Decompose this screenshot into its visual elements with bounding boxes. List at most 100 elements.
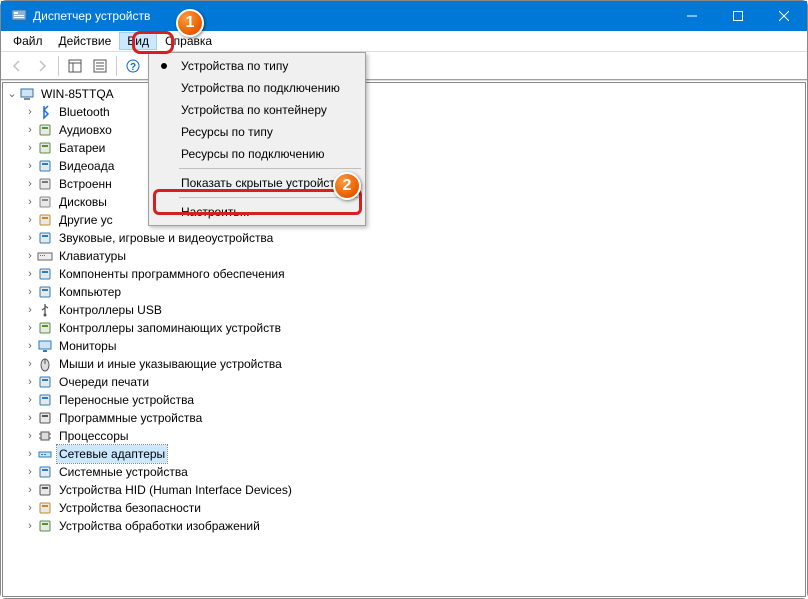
- minimize-button[interactable]: [669, 1, 715, 31]
- network-icon: [37, 446, 53, 462]
- tree-item[interactable]: › Bluetooth: [5, 103, 805, 121]
- back-button[interactable]: [5, 54, 29, 78]
- softdev-icon: [37, 410, 53, 426]
- expand-icon[interactable]: ›: [23, 265, 37, 283]
- tree-item[interactable]: ›Очереди печати: [5, 373, 805, 391]
- tree-item-label: Программные устройства: [57, 409, 204, 427]
- expand-icon[interactable]: ›: [23, 247, 37, 265]
- device-tree[interactable]: ⌄ WIN-85TTQA ›Bluetooth›Аудиовхо›Батареи…: [3, 83, 805, 537]
- tree-item-label: Контроллеры запоминающих устройств: [57, 319, 283, 337]
- firmware-icon: [37, 176, 53, 192]
- tree-item[interactable]: ›Клавиатуры: [5, 247, 805, 265]
- tree-item[interactable]: › Звуковые, игровые и видеоустройства: [5, 229, 805, 247]
- printer-icon: [37, 374, 53, 390]
- show-console-tree-button[interactable]: [63, 54, 87, 78]
- expand-icon[interactable]: ›: [23, 427, 37, 445]
- forward-button[interactable]: [30, 54, 54, 78]
- security-icon: [37, 500, 53, 516]
- expand-icon[interactable]: ›: [23, 409, 37, 427]
- dd-show-hidden[interactable]: Показать скрытые устройства: [151, 172, 363, 194]
- storage-icon: [37, 320, 53, 336]
- expand-icon[interactable]: ›: [23, 391, 37, 409]
- help-button[interactable]: ?: [121, 54, 145, 78]
- expand-icon[interactable]: ›: [23, 193, 37, 211]
- tree-item-label: Bluetooth: [57, 103, 112, 121]
- tree-item[interactable]: ›Устройства безопасности: [5, 499, 805, 517]
- collapse-icon[interactable]: ⌄: [5, 85, 19, 103]
- expand-icon[interactable]: ›: [23, 337, 37, 355]
- menu-view[interactable]: Вид: [119, 32, 157, 50]
- tree-item[interactable]: ›Контроллеры USB: [5, 301, 805, 319]
- tree-root[interactable]: ⌄ WIN-85TTQA: [5, 85, 805, 103]
- tree-item-label: Компьютер: [57, 283, 123, 301]
- hid-icon: [37, 482, 53, 498]
- tree-item[interactable]: ›Аудиовхо: [5, 121, 805, 139]
- expand-icon[interactable]: ›: [23, 445, 37, 463]
- expand-icon[interactable]: ›: [23, 481, 37, 499]
- tree-item[interactable]: ›Видеоада: [5, 157, 805, 175]
- tree-item[interactable]: ›Мониторы: [5, 337, 805, 355]
- menu-file[interactable]: Файл: [5, 32, 51, 50]
- bluetooth-icon: [37, 104, 53, 120]
- step-badge-1: 1: [176, 9, 204, 37]
- imaging-icon: [37, 518, 53, 534]
- tree-item[interactable]: ›Дисковы: [5, 193, 805, 211]
- usb-icon: [37, 302, 53, 318]
- titlebar[interactable]: Диспетчер устройств: [1, 1, 807, 31]
- expand-icon[interactable]: ›: [23, 517, 37, 535]
- expand-icon[interactable]: ›: [23, 373, 37, 391]
- tree-item[interactable]: › Батареи: [5, 139, 805, 157]
- expand-icon[interactable]: ›: [23, 229, 37, 247]
- expand-icon[interactable]: ›: [23, 463, 37, 481]
- tree-item-label: Процессоры: [57, 427, 131, 445]
- dd-customize[interactable]: Настроить...: [151, 201, 363, 223]
- expand-icon[interactable]: ›: [23, 175, 37, 193]
- computer-icon: [37, 284, 53, 300]
- properties-button[interactable]: [88, 54, 112, 78]
- expand-icon[interactable]: ›: [23, 121, 37, 139]
- dd-devices-by-container[interactable]: Устройства по контейнеру: [151, 99, 363, 121]
- tree-item-label: Сетевые адаптеры: [57, 445, 167, 463]
- monitor-icon: [37, 338, 53, 354]
- tree-item[interactable]: › Контроллеры запоминающих устройств: [5, 319, 805, 337]
- tree-item[interactable]: › Процессоры: [5, 427, 805, 445]
- tree-item-label: Встроенн: [57, 175, 114, 193]
- tree-item-label: Переносные устройства: [57, 391, 196, 409]
- tree-item-label: Звуковые, игровые и видеоустройства: [57, 229, 275, 247]
- tree-item[interactable]: › Переносные устройства: [5, 391, 805, 409]
- tree-item[interactable]: ›Устройства HID (Human Interface Devices…: [5, 481, 805, 499]
- expand-icon[interactable]: ›: [23, 301, 37, 319]
- dd-resources-by-connection[interactable]: Ресурсы по подключению: [151, 143, 363, 165]
- expand-icon[interactable]: ›: [23, 283, 37, 301]
- dropdown-separator: [179, 168, 361, 169]
- tree-item-label: Батареи: [57, 139, 107, 157]
- mouse-icon: [37, 356, 53, 372]
- tree-item[interactable]: › Программные устройства: [5, 409, 805, 427]
- tree-item[interactable]: ›Системные устройства: [5, 463, 805, 481]
- cpu-icon: [37, 428, 53, 444]
- tree-item[interactable]: › Сетевые адаптеры: [5, 445, 805, 463]
- tree-item[interactable]: ›Устройства обработки изображений: [5, 517, 805, 535]
- tree-root-label: WIN-85TTQA: [39, 85, 116, 103]
- expand-icon[interactable]: ›: [23, 139, 37, 157]
- expand-icon[interactable]: ›: [23, 319, 37, 337]
- dd-devices-by-type[interactable]: Устройства по типу: [151, 55, 363, 77]
- menu-action[interactable]: Действие: [51, 32, 120, 50]
- tree-item[interactable]: ›Другие ус: [5, 211, 805, 229]
- dd-devices-by-connection[interactable]: Устройства по подключению: [151, 77, 363, 99]
- tree-item[interactable]: › Компьютер: [5, 283, 805, 301]
- other-icon: [37, 212, 53, 228]
- maximize-button[interactable]: [715, 1, 761, 31]
- expand-icon[interactable]: ›: [23, 355, 37, 373]
- dd-resources-by-type[interactable]: Ресурсы по типу: [151, 121, 363, 143]
- expand-icon[interactable]: ›: [23, 103, 37, 121]
- toolbar-separator: [58, 56, 59, 76]
- toolbar-separator: [116, 56, 117, 76]
- tree-item[interactable]: ›Мыши и иные указывающие устройства: [5, 355, 805, 373]
- expand-icon[interactable]: ›: [23, 499, 37, 517]
- tree-item[interactable]: ›Компоненты программного обеспечения: [5, 265, 805, 283]
- close-button[interactable]: [761, 1, 807, 31]
- expand-icon[interactable]: ›: [23, 211, 37, 229]
- tree-item[interactable]: › Встроенн: [5, 175, 805, 193]
- expand-icon[interactable]: ›: [23, 157, 37, 175]
